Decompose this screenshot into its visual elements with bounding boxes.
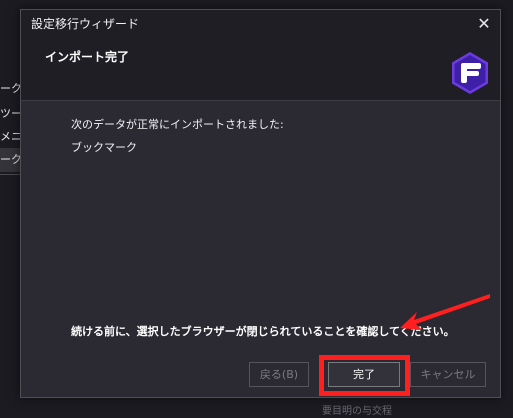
bg-sidebar-item[interactable]: メニュ	[0, 127, 20, 147]
bg-sidebar-item[interactable]: ーク	[0, 148, 20, 172]
import-success-message: 次のデータが正常にインポートされました:	[71, 118, 284, 131]
bg-bottom-text: 要目明の与交程	[322, 406, 392, 417]
imported-item: ブックマーク	[71, 141, 137, 154]
dialog-content: 次のデータが正常にインポートされました: ブックマーク 続ける前に、選択したブラ…	[21, 102, 500, 342]
dialog-titlebar: 設定移行ウィザード ✕	[21, 10, 500, 37]
bg-sidebar-item[interactable]: ーク	[0, 79, 20, 99]
close-browser-note: 続ける前に、選択したブラウザーが閉じられていることを確認してください。	[71, 325, 455, 338]
floorp-logo	[452, 52, 488, 94]
back-button[interactable]: 戻る(B)	[249, 362, 309, 387]
dialog-footer: 戻る(B) 完了 キャンセル	[21, 343, 500, 399]
dialog-title: 設定移行ウィザード	[31, 17, 140, 31]
background-sidebar: ーク ツール メニュ ーク	[0, 0, 20, 418]
page-heading: インポート完了	[45, 50, 130, 64]
finish-button[interactable]: 完了	[328, 362, 400, 387]
migration-wizard-dialog: 設定移行ウィザード ✕ インポート完了 次のデータが正常にインポートされました:…	[20, 9, 501, 398]
cancel-button[interactable]: キャンセル	[410, 362, 486, 387]
bg-divider	[0, 174, 20, 175]
close-button[interactable]: ✕	[474, 14, 494, 34]
close-icon: ✕	[477, 14, 491, 33]
bg-sidebar-item[interactable]: ツール	[0, 104, 20, 124]
dialog-header: インポート完了	[21, 37, 500, 101]
